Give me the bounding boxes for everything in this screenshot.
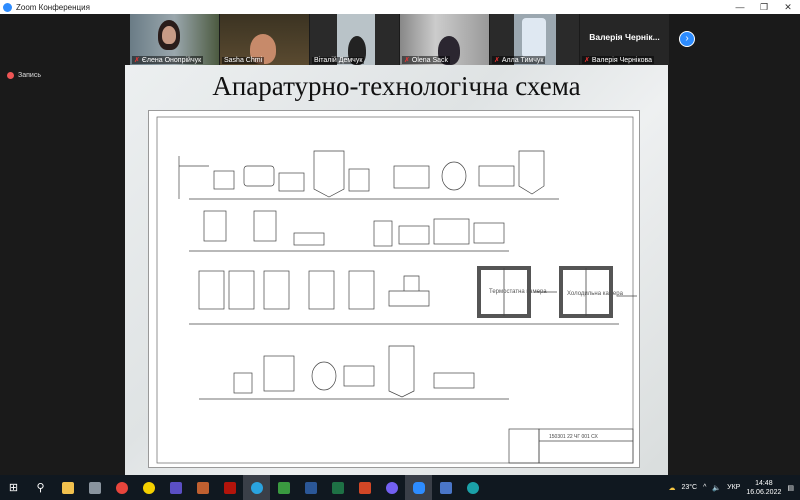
participant-tile[interactable]: Sasha Chmi	[220, 14, 309, 65]
row-1-equipment	[178, 150, 559, 200]
network-app-icon[interactable]	[432, 475, 459, 500]
edge-icon[interactable]	[459, 475, 486, 500]
process-schematic: Термостатна камера Холодильна камера 150…	[148, 110, 640, 468]
record-icon	[7, 72, 14, 79]
participant-name: Olena Sack	[411, 57, 449, 64]
search-icon[interactable]: ⚲	[27, 475, 54, 500]
thermostat-chamber-label: Термостатна камера	[489, 289, 547, 295]
drawing-code: 150301 22 ЧГ 001 СХ	[549, 434, 599, 440]
app-green-icon[interactable]	[270, 475, 297, 500]
word-icon[interactable]	[297, 475, 324, 500]
telegram-icon[interactable]	[243, 475, 270, 500]
participant-name: Валерія Чернікова	[591, 57, 653, 64]
excel-icon[interactable]	[324, 475, 351, 500]
zoom-icon[interactable]	[405, 475, 432, 500]
file-explorer-icon[interactable]	[54, 475, 81, 500]
calculator-icon[interactable]	[81, 475, 108, 500]
restore-button[interactable]: ❐	[752, 0, 776, 14]
weather-icon[interactable]: ☁	[668, 484, 675, 492]
participant-tile[interactable]: ✗ Єлена Онопрійчук	[130, 14, 219, 65]
participant-name: Sasha Chmi	[224, 57, 263, 64]
gallery-next-button[interactable]: ›	[679, 31, 695, 47]
participant-name: Віталій Демчук	[314, 57, 363, 64]
zoom-logo-icon	[3, 2, 12, 12]
window-title: Zoom Конференция	[16, 2, 90, 12]
minimize-button[interactable]: —	[728, 0, 752, 14]
notifications-icon[interactable]: ▤	[787, 484, 794, 492]
row-4-equipment	[199, 345, 509, 400]
participant-name: Єлена Онопрійчук	[141, 57, 202, 64]
chrome-icon[interactable]	[108, 475, 135, 500]
clock-date: 16.06.2022	[746, 488, 782, 496]
windows-taskbar: ⊞ ⚲ ☁ 23°C ^ 🔈 УКР 14:48 16.06.2022 ▤	[0, 475, 800, 500]
participant-tile[interactable]: Віталій Демчук	[310, 14, 399, 65]
mic-muted-icon: ✗	[134, 57, 140, 64]
start-button[interactable]: ⊞	[0, 475, 27, 500]
acrobat-icon[interactable]	[216, 475, 243, 500]
language-indicator[interactable]: УКР	[727, 484, 740, 491]
volume-icon[interactable]: 🔈	[712, 484, 721, 492]
mic-muted-icon: ✗	[584, 57, 590, 64]
slide-title: Апаратурно-технологічна схема	[212, 71, 581, 101]
participant-tile[interactable]: Валерія Чернік... ✗ Валерія Чернікова	[580, 14, 669, 65]
participant-tile[interactable]: ✗ Olena Sack	[400, 14, 489, 65]
window-titlebar: Zoom Конференция — ❐ ✕	[0, 0, 800, 14]
participant-tile[interactable]: ✗ Алла Тимчук	[490, 14, 579, 65]
mic-muted-icon: ✗	[404, 57, 410, 64]
save-app-icon[interactable]	[162, 475, 189, 500]
row-2-equipment	[189, 210, 509, 252]
shield-app-icon[interactable]	[189, 475, 216, 500]
clock-time: 14:48	[755, 479, 773, 487]
participant-name: Алла Тимчук	[501, 57, 544, 64]
system-tray: ☁ 23°C ^ 🔈 УКР 14:48 16.06.2022 ▤	[668, 475, 800, 500]
row-3-equipment: Термостатна камера Холодильна камера	[189, 266, 637, 325]
weather-temp[interactable]: 23°C	[681, 484, 697, 491]
shared-slide: Апаратурно-технологічна схема Термостатн…	[125, 65, 668, 475]
recording-indicator[interactable]: Запись	[7, 72, 41, 79]
tray-chevron-icon[interactable]: ^	[703, 484, 706, 491]
mic-muted-icon: ✗	[494, 57, 500, 64]
recording-label: Запись	[18, 72, 41, 79]
clock[interactable]: 14:48 16.06.2022	[746, 479, 781, 497]
app-yellow-icon[interactable]	[135, 475, 162, 500]
participant-gallery: ✗ Єлена Онопрійчук Sasha Chmi Віталій Дем…	[130, 14, 670, 65]
participant-display-name: Валерія Чернік...	[589, 32, 660, 42]
viber-icon[interactable]	[378, 475, 405, 500]
powerpoint-icon[interactable]	[351, 475, 378, 500]
title-block: 150301 22 ЧГ 001 СХ	[508, 428, 634, 464]
close-button[interactable]: ✕	[776, 0, 800, 14]
cold-chamber-label: Холодильна камера	[567, 291, 624, 297]
